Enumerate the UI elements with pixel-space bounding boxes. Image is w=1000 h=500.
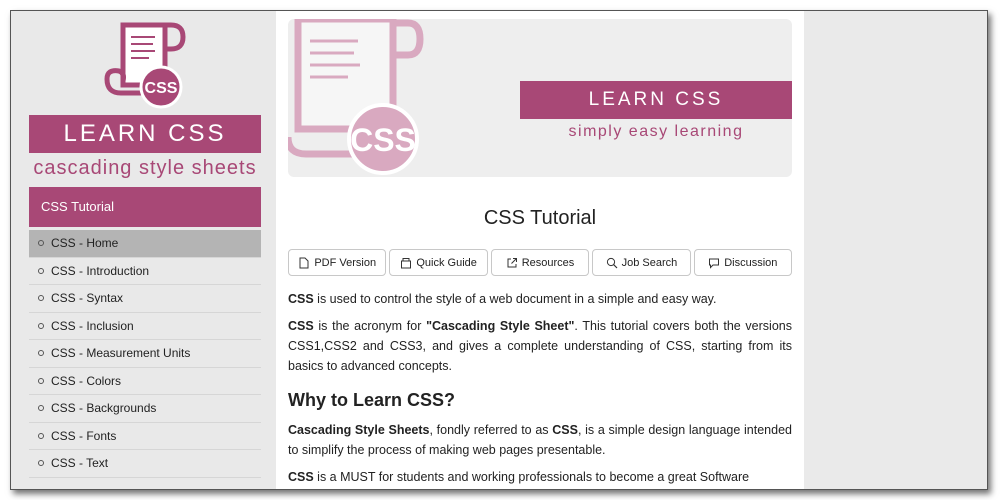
paragraph-4: CSS is a MUST for students and working p… [288, 467, 792, 487]
sidebar-item-label: CSS - Colors [51, 373, 122, 388]
sidebar-section-heading[interactable]: CSS Tutorial [29, 187, 261, 227]
bold-quote: "Cascading Style Sheet" [426, 319, 575, 333]
sidebar-nav: CSS - Home CSS - Introduction CSS - Synt… [29, 230, 261, 478]
bullet-icon [38, 295, 44, 301]
hero-banner: CSS LEARN CSS simply easy learning [288, 19, 792, 177]
hero-logo-text: CSS [350, 122, 416, 158]
page-title: CSS Tutorial [483, 207, 597, 229]
sidebar-banner-title: LEARN CSS [29, 115, 261, 153]
paragraph-2: CSS is the acronym for "Cascading Style … [288, 316, 792, 376]
bullet-icon [38, 405, 44, 411]
paragraph-text: , fondly referred to as [429, 423, 553, 437]
chat-bubble-icon [709, 258, 720, 269]
bullet-icon [38, 432, 44, 439]
job-search-button[interactable]: Job Search [592, 249, 691, 276]
bullet-icon [38, 350, 44, 356]
paragraph-text: is a MUST for students and working profe… [313, 470, 750, 484]
bullet-icon [38, 377, 44, 384]
sidebar-item-text[interactable]: CSS - Text [29, 450, 261, 478]
article-body: CSS is used to control the style of a we… [288, 289, 792, 489]
quick-guide-button[interactable]: Quick Guide [389, 249, 488, 276]
bullet-icon [38, 460, 44, 466]
box-icon [401, 257, 412, 268]
sidebar-item-fonts[interactable]: CSS - Fonts [29, 423, 261, 450]
hero-scroll-logo-icon: CSS [288, 19, 424, 175]
discussion-button[interactable]: Discussion [693, 249, 793, 276]
sidebar-item-label: CSS - Inclusion [51, 318, 134, 333]
scroll-logo-icon: CSS [104, 22, 186, 109]
search-icon [606, 257, 618, 268]
browser-frame: CSS LEARN CSS cascading style sheets CSS… [10, 10, 988, 490]
hero-subtitle: simply easy learning [568, 123, 744, 140]
sidebar-item-label: CSS - Measurement Units [51, 346, 191, 360]
discussion-label: Discussion [724, 256, 778, 269]
sidebar-item-home[interactable]: CSS - Home [29, 230, 261, 258]
sidebar-item-introduction[interactable]: CSS - Introduction [29, 258, 261, 285]
section-heading: Why to Learn CSS? [288, 390, 456, 410]
paragraph-1: CSS is used to control the style of a we… [288, 289, 792, 309]
hero-title: LEARN CSS [520, 81, 792, 119]
main-content: CSS LEARN CSS simply easy learning CSS T… [276, 11, 804, 489]
sidebar: CSS LEARN CSS cascading style sheets CSS… [11, 11, 276, 489]
job-search-label: Job Search [621, 256, 678, 269]
sidebar-item-label: CSS - Introduction [51, 263, 150, 278]
bullet-icon [38, 267, 44, 274]
sidebar-item-measurement-units[interactable]: CSS - Measurement Units [29, 340, 261, 368]
paragraph-3: Cascading Style Sheets, fondly referred … [288, 420, 792, 460]
bold-term: CSS [552, 423, 578, 437]
bold-term: CSS [288, 319, 314, 333]
pdf-icon [299, 257, 309, 268]
sidebar-item-label: CSS - Syntax [51, 291, 124, 305]
sidebar-item-backgrounds[interactable]: CSS - Backgrounds [29, 395, 261, 423]
sidebar-item-label: CSS - Home [51, 236, 119, 250]
resources-label: Resources [521, 256, 575, 269]
sidebar-item-label: CSS - Text [51, 456, 109, 470]
pdf-version-button[interactable]: PDF Version [288, 249, 387, 276]
resources-button[interactable]: Resources [490, 249, 590, 276]
logo-text: CSS [145, 80, 178, 97]
bullet-icon [38, 240, 44, 246]
tutorial-toolbar: PDF Version Quick Guide Resources Job Se… [288, 249, 793, 276]
bold-term: CSS [288, 292, 314, 306]
quick-guide-label: Quick Guide [416, 256, 477, 269]
sidebar-item-label: CSS - Backgrounds [51, 401, 157, 415]
paragraph-text: is the acronym for [313, 319, 427, 333]
pdf-version-label: PDF Version [314, 256, 377, 269]
sidebar-item-syntax[interactable]: CSS - Syntax [29, 285, 261, 313]
bullet-icon [38, 322, 44, 329]
bold-term: Cascading Style Sheets [288, 423, 430, 437]
bold-term: CSS [288, 470, 314, 484]
sidebar-item-inclusion[interactable]: CSS - Inclusion [29, 313, 261, 340]
sidebar-banner-subtitle: cascading style sheets [33, 157, 257, 179]
sidebar-item-label: CSS - Fonts [51, 428, 117, 443]
sidebar-item-colors[interactable]: CSS - Colors [29, 368, 261, 395]
external-link-icon [507, 257, 517, 267]
paragraph-text: is used to control the style of a web do… [313, 292, 717, 306]
